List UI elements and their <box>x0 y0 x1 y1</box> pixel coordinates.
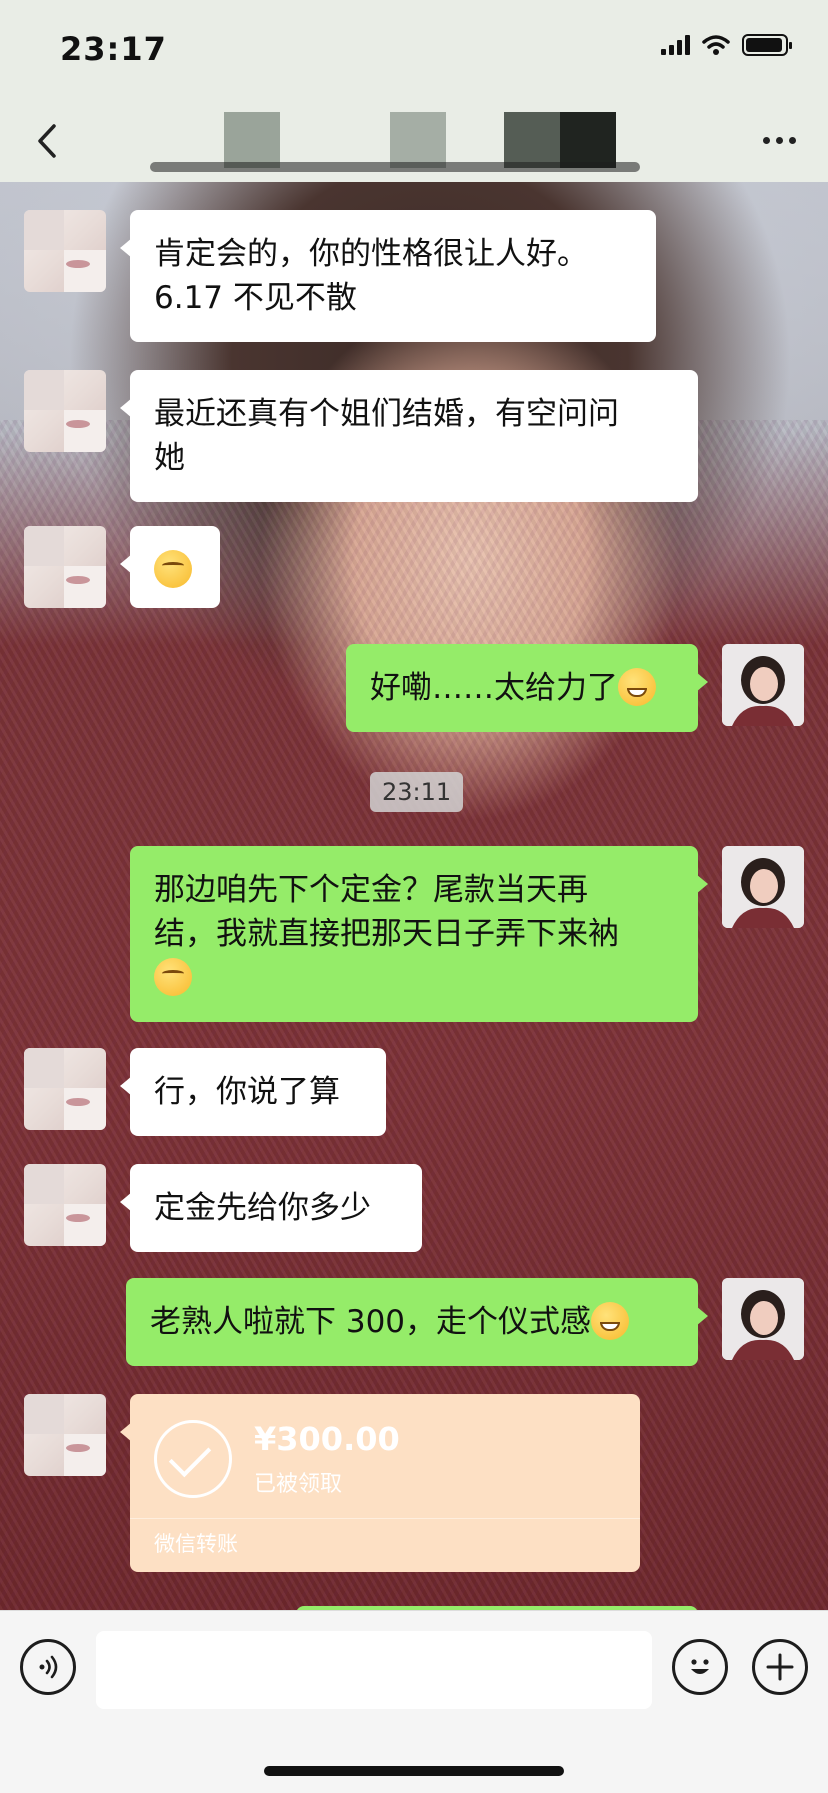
transfer-amount: ¥300.00 <box>254 1420 400 1458</box>
emoji-button[interactable] <box>672 1639 728 1695</box>
grin-emoji-icon <box>618 668 656 706</box>
message-timestamp: 23:11 <box>370 772 464 812</box>
message-bubble-incoming[interactable]: 行，你说了算 <box>120 1048 386 1136</box>
message-text: 那边咱先下个定金？尾款当天再 <box>154 872 588 908</box>
message-list[interactable]: 肯定会的，你的性格很让人好。 6.17 不见不散 最近还真有个姐们结婚，有空问问… <box>0 182 828 1610</box>
contact-avatar[interactable] <box>24 370 106 452</box>
contact-avatar[interactable] <box>24 1394 106 1476</box>
contact-avatar[interactable] <box>24 1048 106 1130</box>
input-bar <box>0 1610 828 1793</box>
status-time: 23:17 <box>60 30 167 68</box>
signal-icon <box>661 35 690 55</box>
plus-button[interactable] <box>752 1639 808 1695</box>
check-circle-icon <box>154 1420 232 1498</box>
my-avatar[interactable] <box>722 1278 804 1360</box>
blush-emoji-icon <box>154 958 192 996</box>
contact-avatar[interactable] <box>24 1164 106 1246</box>
contact-avatar[interactable] <box>24 526 106 608</box>
transfer-label: 微信转账 <box>154 1532 238 1556</box>
back-button[interactable] <box>22 116 72 166</box>
message-text: 6.17 不见不散 <box>154 280 357 316</box>
wifi-icon <box>702 35 730 55</box>
voice-button[interactable] <box>20 1639 76 1695</box>
voice-icon <box>39 1655 58 1679</box>
contact-name-censored <box>150 112 640 172</box>
message-input[interactable] <box>96 1631 652 1709</box>
message-text: 最近还真有个姐们结婚，有空问问 <box>154 396 619 432</box>
emoji-icon <box>691 1659 709 1674</box>
my-avatar[interactable] <box>722 846 804 928</box>
message-text: 定金先给你多少 <box>154 1190 371 1226</box>
status-bar: 23:17 <box>0 0 828 100</box>
message-bubble-outgoing[interactable]: 老熟人啦就下 300，走个仪式感 <box>126 1278 708 1366</box>
more-dots-icon <box>762 136 770 144</box>
message-bubble-incoming[interactable]: 最近还真有个姐们结婚，有空问问 她 <box>120 370 698 502</box>
message-bubble-incoming[interactable] <box>120 526 220 608</box>
home-indicator <box>264 1766 564 1776</box>
plus-icon <box>766 1653 794 1681</box>
my-avatar[interactable] <box>722 644 804 726</box>
message-text: 行，你说了算 <box>154 1074 340 1110</box>
transfer-card[interactable]: ¥300.00 已被领取 微信转账 <box>120 1394 640 1572</box>
chevron-left-icon <box>38 124 56 158</box>
more-button[interactable] <box>754 120 804 160</box>
message-bubble-incoming[interactable]: 定金先给你多少 <box>120 1164 422 1252</box>
message-text: 她 <box>154 440 185 476</box>
message-text: 肯定会的，你的性格很让人好。 <box>154 236 588 272</box>
transfer-divider <box>130 1518 640 1519</box>
contact-avatar[interactable] <box>24 210 106 292</box>
message-text: 结，我就直接把那天日子弄下来衲 <box>154 916 619 952</box>
message-bubble-incoming[interactable]: 肯定会的，你的性格很让人好。 6.17 不见不散 <box>120 210 656 342</box>
grin-emoji-icon <box>591 1302 630 1340</box>
message-text: 好嘞……太给力了 <box>370 670 618 706</box>
message-bubble-outgoing[interactable]: 那边咱先下个定金？尾款当天再 结，我就直接把那天日子弄下来衲 <box>130 846 708 1022</box>
message-bubble-outgoing[interactable]: 好嘞……太给力了 <box>346 644 708 732</box>
message-text: 老熟人啦就下 300，走个仪式感 <box>150 1304 592 1340</box>
transfer-status: 已被领取 <box>254 1472 343 1497</box>
status-icons <box>661 34 792 56</box>
smirk-emoji-icon <box>154 550 192 588</box>
chat-header <box>0 100 828 182</box>
battery-icon <box>742 34 792 56</box>
